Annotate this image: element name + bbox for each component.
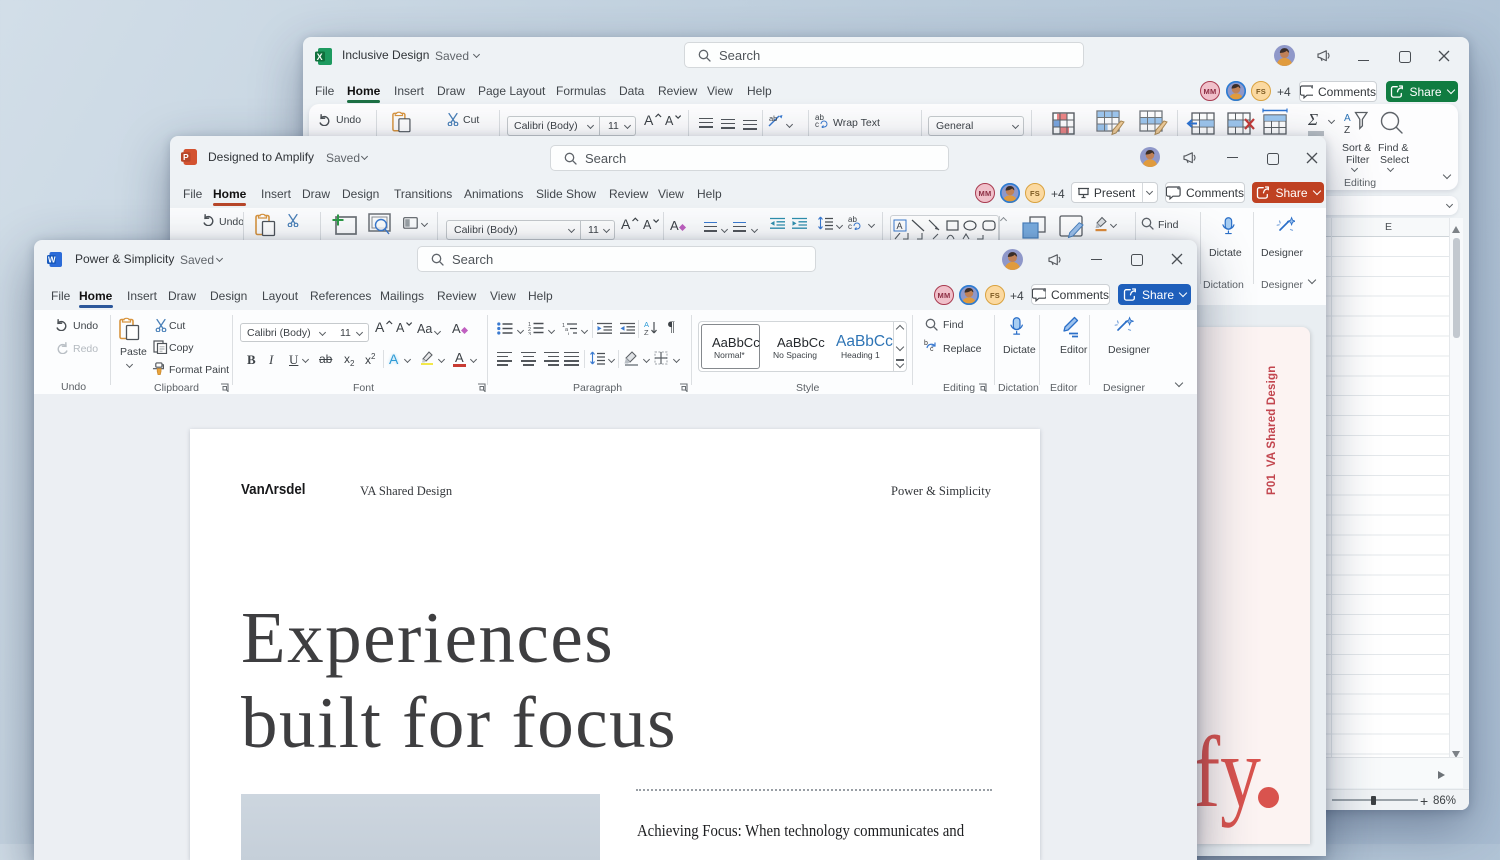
svg-text:3: 3 (528, 332, 531, 335)
svg-text:W: W (48, 256, 56, 265)
svg-text:A: A (396, 321, 405, 335)
svg-text:c: c (848, 222, 852, 230)
svg-text:A: A (643, 218, 652, 232)
svg-text:P: P (183, 152, 189, 162)
svg-text:A: A (1344, 113, 1351, 124)
svg-text:Z: Z (1344, 125, 1350, 136)
svg-text:A: A (621, 216, 631, 232)
svg-text:A: A (375, 319, 385, 335)
svg-text:ab: ab (769, 114, 777, 123)
svg-text:A: A (897, 221, 903, 231)
svg-text:i: i (568, 332, 569, 335)
svg-text:A: A (644, 112, 654, 128)
svg-text:A: A (665, 114, 674, 128)
svg-text:Z: Z (644, 328, 649, 336)
svg-text:X: X (317, 52, 323, 62)
svg-text:c: c (815, 120, 819, 128)
